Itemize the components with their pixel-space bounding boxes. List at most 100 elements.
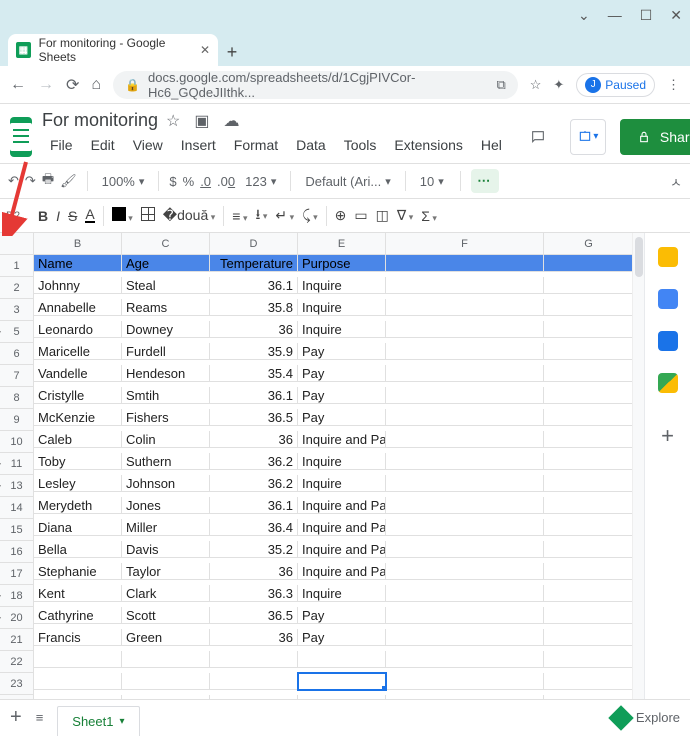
row-header[interactable]: 14	[0, 497, 34, 519]
cell[interactable]	[122, 695, 210, 699]
font-size-selector[interactable]: 10▾	[416, 172, 450, 191]
cell[interactable]	[386, 519, 544, 536]
cell[interactable]: Temperature	[210, 255, 298, 272]
window-chevron-icon[interactable]: ⌄	[578, 7, 590, 24]
decrease-decimal-button[interactable]: .0	[200, 174, 211, 189]
cell[interactable]	[386, 365, 544, 382]
cell[interactable]	[122, 673, 210, 690]
cell[interactable]: Clark	[122, 585, 210, 602]
row-header[interactable]: 17	[0, 563, 34, 585]
cell[interactable]	[386, 629, 544, 646]
row-header[interactable]: 18	[0, 585, 34, 607]
cell[interactable]	[544, 409, 634, 426]
cell[interactable]	[298, 673, 386, 690]
cell[interactable]: Reams	[122, 299, 210, 316]
sheet-viewport[interactable]: BCDEFG1NameAgeTemperaturePurpose2JohnnyS…	[0, 233, 644, 699]
add-panel-icon[interactable]: +	[661, 423, 674, 449]
redo-button[interactable]: ↷	[25, 173, 36, 189]
cell[interactable]: Green	[122, 629, 210, 646]
row-header[interactable]: 5	[0, 321, 34, 343]
menu-data[interactable]: Data	[288, 133, 334, 157]
cell[interactable]: Scott	[122, 607, 210, 624]
cell[interactable]: 36.5	[210, 409, 298, 426]
bookmark-icon[interactable]: ☆	[530, 77, 542, 93]
cell[interactable]: 36	[210, 563, 298, 580]
menu-format[interactable]: Format	[226, 133, 286, 157]
row-header[interactable]: 6	[0, 343, 34, 365]
cell[interactable]: 36.3	[210, 585, 298, 602]
new-tab-button[interactable]: +	[218, 38, 246, 66]
wrap-button[interactable]: ↵	[275, 207, 294, 224]
font-selector[interactable]: Default (Ari...▾	[301, 172, 394, 191]
menu-edit[interactable]: Edit	[83, 133, 123, 157]
row-header[interactable]: 16	[0, 541, 34, 563]
v-align-button[interactable]: ⭳	[255, 204, 267, 228]
increase-decimal-button[interactable]: .00	[217, 174, 235, 189]
zoom-selector[interactable]: 100%▾	[98, 172, 149, 191]
column-header[interactable]: E	[298, 233, 386, 255]
cell[interactable]	[386, 541, 544, 558]
cell[interactable]	[210, 673, 298, 690]
cell[interactable]: Furdell	[122, 343, 210, 360]
cell[interactable]: Taylor	[122, 563, 210, 580]
spreadsheet-grid[interactable]: BCDEFG1NameAgeTemperaturePurpose2JohnnyS…	[0, 233, 644, 699]
number-format-button[interactable]: 123▾	[241, 172, 280, 191]
text-color-button[interactable]: A	[85, 208, 94, 223]
cell[interactable]: Fishers	[122, 409, 210, 426]
tasks-icon[interactable]	[658, 289, 678, 309]
cell[interactable]: Pay	[298, 629, 386, 646]
share-url-icon[interactable]: ⧉	[496, 77, 505, 93]
cell[interactable]: 36.2	[210, 475, 298, 492]
present-button[interactable]: ▾	[570, 119, 606, 155]
menu-hel[interactable]: Hel	[473, 133, 510, 157]
row-header[interactable]: 15	[0, 519, 34, 541]
extensions-icon[interactable]: ✦	[553, 77, 564, 93]
cell[interactable]: Merydeth	[34, 497, 122, 514]
cell[interactable]	[544, 563, 634, 580]
column-header[interactable]: F	[386, 233, 544, 255]
cell[interactable]	[544, 343, 634, 360]
cell[interactable]	[544, 585, 634, 602]
cell[interactable]: 35.4	[210, 365, 298, 382]
print-button[interactable]: 🖶	[42, 170, 54, 192]
cell[interactable]	[34, 673, 122, 690]
cell[interactable]: Purpose	[298, 255, 386, 272]
menu-extensions[interactable]: Extensions	[386, 133, 470, 157]
cell[interactable]: 36	[210, 629, 298, 646]
cell[interactable]	[298, 695, 386, 699]
cell[interactable]: Inquire	[298, 585, 386, 602]
cell[interactable]: Inquire	[298, 277, 386, 294]
link-button[interactable]: ⊕	[335, 207, 347, 224]
cell[interactable]	[544, 277, 634, 294]
cell[interactable]: Lesley	[34, 475, 122, 492]
cell[interactable]: Davis	[122, 541, 210, 558]
comment-button[interactable]: ▭	[354, 207, 367, 224]
cell[interactable]	[544, 651, 634, 668]
column-header[interactable]: D	[210, 233, 298, 255]
collapse-toolbar-icon[interactable]: ㅅ	[670, 172, 682, 191]
cell[interactable]	[544, 475, 634, 492]
row-header[interactable]: 23	[0, 673, 34, 695]
maps-icon[interactable]	[658, 373, 678, 393]
document-title[interactable]: For monitoring	[42, 110, 158, 131]
rotate-button[interactable]: ⤹	[302, 207, 317, 224]
cell[interactable]: Pay	[298, 365, 386, 382]
row-header[interactable]: 21	[0, 629, 34, 651]
reload-button[interactable]: ⟳	[66, 75, 79, 95]
cell[interactable]	[386, 255, 544, 272]
share-button[interactable]: Share	[620, 119, 690, 155]
sheet-tab[interactable]: Sheet1 ▾	[57, 706, 139, 736]
cell[interactable]	[386, 695, 544, 699]
cell[interactable]	[386, 585, 544, 602]
cell[interactable]: 36	[210, 431, 298, 448]
cell[interactable]: Downey	[122, 321, 210, 338]
sheet-tab-menu-icon[interactable]: ▾	[119, 716, 124, 727]
cell[interactable]: 36	[210, 321, 298, 338]
menu-file[interactable]: File	[42, 133, 81, 157]
row-header[interactable]: 20	[0, 607, 34, 629]
cell[interactable]: Bella	[34, 541, 122, 558]
cell[interactable]	[544, 541, 634, 558]
vertical-scrollbar[interactable]	[632, 233, 644, 699]
window-minimize-icon[interactable]: —	[608, 7, 622, 23]
cell[interactable]	[34, 651, 122, 668]
